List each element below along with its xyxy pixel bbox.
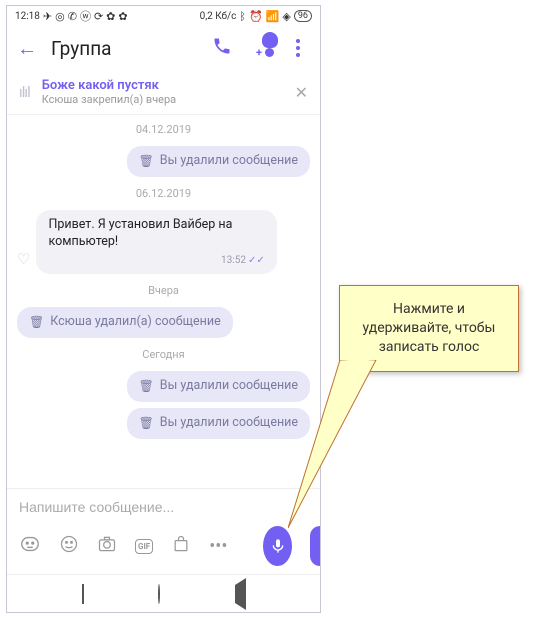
read-tick-icon: ✓✓ [248,255,265,266]
gif-button[interactable]: GIF [135,539,153,554]
chat-area[interactable]: 04.12.2019 🗑 Вы удалили сообщение 06.12.… [7,115,320,488]
callout-text: Нажмите и удерживайте, чтобы записать го… [363,301,496,355]
voice-record-button[interactable] [263,526,292,566]
camera-button[interactable] [97,534,117,559]
sync-icon: ⟳ [94,11,103,22]
date-separator: Вчера [17,284,310,297]
net-speed: 0,2 Кб/с [200,11,237,22]
nav-back-button[interactable] [235,585,246,603]
message-text: Привет. Я установил Вайбер на компьютер! [48,217,232,249]
trash-icon: 🗑 [139,378,154,394]
chat-title[interactable]: Группа [51,37,196,60]
nav-recent-button[interactable] [82,585,84,603]
deleted-text: Вы удалили сообщение [160,415,298,432]
deleted-message[interactable]: 🗑 Ксюша удалил(а) сообщение [17,307,233,338]
battery-indicator: 96 [294,10,312,22]
more-button[interactable]: ••• [209,536,227,557]
date-separator: 06.12.2019 [17,187,310,200]
deleted-text: Вы удалили сообщение [160,153,298,170]
incoming-message[interactable]: Привет. Я установил Вайбер на компьютер!… [36,210,276,274]
status-time: 12:18 [15,11,40,22]
chat-header: ← Группа + [7,26,320,70]
bluetooth-icon: ᛒ [239,11,246,22]
deleted-message[interactable]: 🗑 Вы удалили сообщение [127,371,310,402]
pinned-message[interactable]: ılıl Боже какой пустяк Ксюша закрепил(а)… [7,70,320,115]
phone-screen: 12:18 ✈ ◎ ✆ ⓦ ⟳ ✿ ✿ 0,2 Кб/с ᛒ ⏰ 📶 ◈ 96 … [6,5,321,613]
deleted-message[interactable]: 🗑 Вы удалили сообщение [127,408,310,439]
whatsapp-icon: ✆ [68,11,77,22]
send-edge-button[interactable] [310,526,320,566]
shop-button[interactable] [171,534,191,559]
back-button[interactable]: ← [17,36,37,61]
nav-home-button[interactable] [158,585,160,603]
tooltip-callout: Нажмите и удерживайте, чтобы записать го… [339,285,519,372]
callout-pointer [288,360,418,530]
message-time: 13:52 [221,255,246,266]
audio-wave-icon: ılıl [19,83,30,101]
deleted-text: Вы удалили сообщение [160,378,298,395]
trash-icon: 🗑 [139,153,154,169]
call-button[interactable] [210,36,234,61]
like-button[interactable]: ♡ [17,250,30,268]
message-input-bar [7,488,320,520]
message-input[interactable] [19,499,308,515]
android-nav-bar [7,574,320,612]
signal-icon: 📶 [266,11,280,22]
menu-button[interactable] [286,39,310,57]
trash-icon: 🗑 [139,415,154,431]
telegram-icon: ✈ [43,11,52,22]
sticker-button[interactable] [19,533,41,560]
gear-icon: ✿ [106,11,115,22]
deleted-text: Ксюша удалил(а) сообщение [50,314,220,331]
status-bar: 12:18 ✈ ◎ ✆ ⓦ ⟳ ✿ ✿ 0,2 Кб/с ᛒ ⏰ 📶 ◈ 96 [7,6,320,26]
instagram-icon: ◎ [55,11,65,22]
emoji-button[interactable] [59,534,79,559]
close-pinned-button[interactable]: ✕ [295,83,308,102]
date-separator: Сегодня [17,348,310,361]
alarm-icon: ⏰ [249,11,263,22]
gear-icon-2: ✿ [118,11,127,22]
pinned-title: Боже какой пустяк [42,78,283,93]
attachment-row: GIF ••• [7,520,320,574]
vk-icon: ⓦ [80,11,91,22]
date-separator: 04.12.2019 [17,123,310,136]
trash-icon: 🗑 [29,314,44,330]
wifi-icon: ◈ [282,11,290,22]
pinned-subtitle: Ксюша закрепил(а) вчера [42,93,283,106]
deleted-message[interactable]: 🗑 Вы удалили сообщение [127,146,310,177]
